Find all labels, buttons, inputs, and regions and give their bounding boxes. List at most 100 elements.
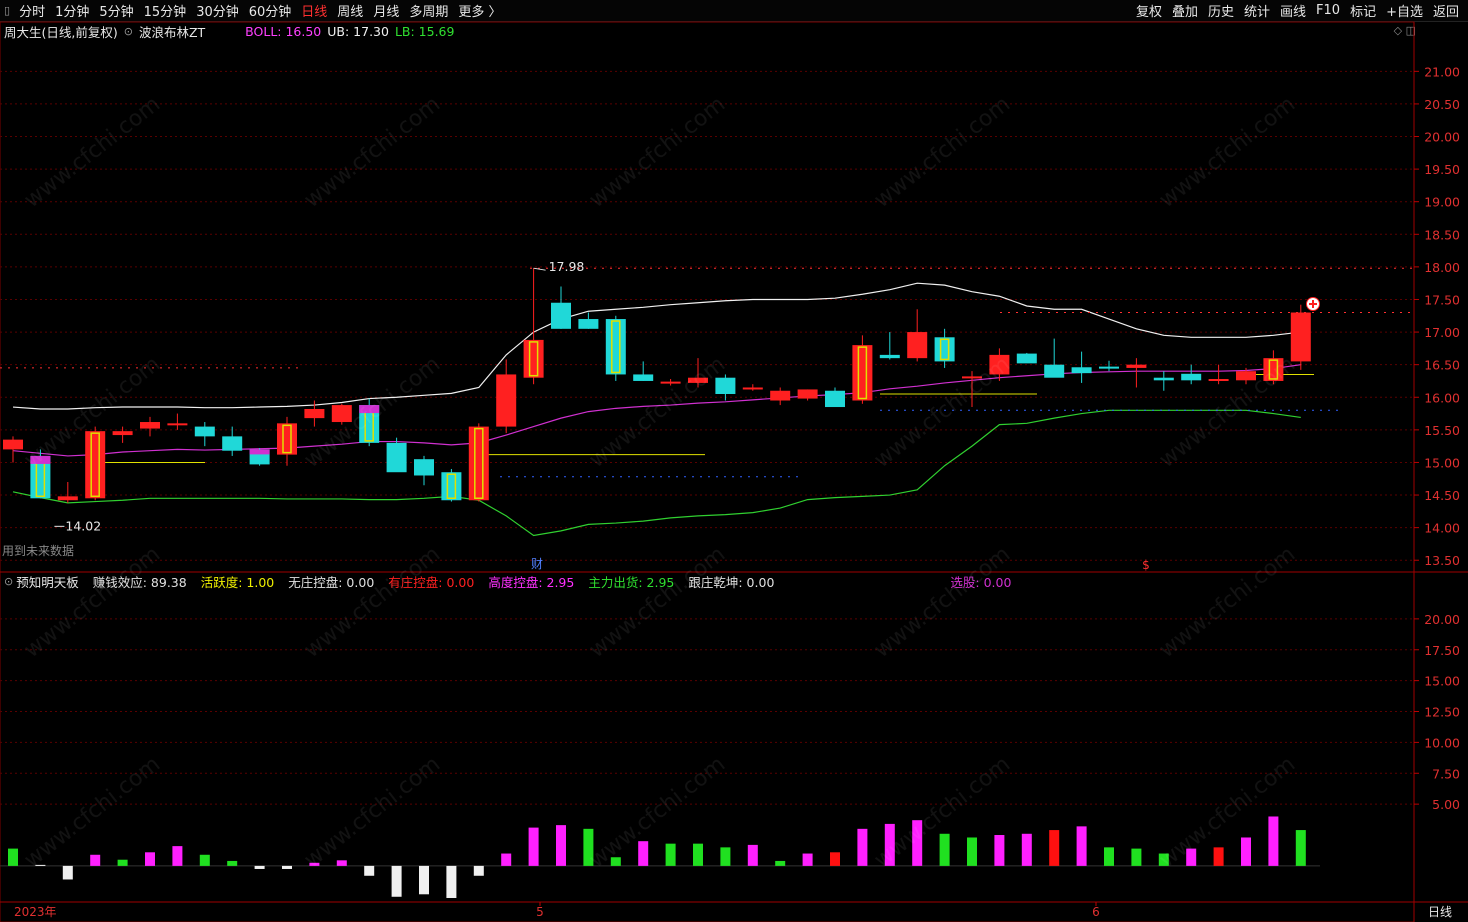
candle (797, 389, 818, 401)
kline-chart[interactable]: 21.00 20.50 20.00 19.50 19.00 18.50 18.00 17.50… (0, 0, 1468, 922)
candle-body (222, 436, 243, 451)
candle-body (742, 387, 763, 390)
candle-body (441, 472, 462, 501)
indicator-bar (610, 857, 621, 866)
candle (962, 371, 982, 408)
candle (167, 413, 188, 430)
indicator-bar (282, 865, 292, 869)
indicator-bar (35, 864, 46, 866)
candle (1181, 364, 1202, 385)
candle-body (770, 390, 791, 401)
x-label-start: 2023年 (14, 905, 57, 919)
low-price-label: 14.02 (65, 518, 101, 533)
candle (140, 416, 160, 437)
indicator-bar (665, 843, 676, 866)
y-tick-label: 16.50 (1424, 358, 1460, 373)
indicator-bar (501, 853, 512, 866)
candle-body (386, 442, 407, 473)
indicator-bar (830, 852, 840, 866)
candle-body (1208, 379, 1229, 382)
indicator-bar (254, 865, 265, 869)
indicator-bar (994, 835, 1005, 866)
y-tick-label: 14.00 (1424, 521, 1460, 536)
candle (85, 426, 106, 501)
sub-y-tick-label: 5.00 (1432, 797, 1460, 812)
indicator-bar (1158, 853, 1169, 866)
candle-body (989, 354, 1010, 375)
candle-body (140, 422, 160, 429)
candle (605, 315, 626, 381)
candle (386, 437, 407, 473)
indicator-bar (117, 859, 128, 866)
indicator-bar (199, 854, 210, 866)
indicator-bar (775, 860, 786, 866)
x-label-june: 6 (1092, 905, 1100, 919)
indicator-bar (1104, 847, 1114, 866)
candle-body (304, 408, 325, 419)
candle (441, 468, 462, 502)
candle (989, 348, 1010, 381)
candle-body (1016, 353, 1037, 364)
candle-body (1181, 373, 1202, 381)
candle (57, 482, 78, 503)
candle (1208, 364, 1229, 385)
candle-body (3, 439, 23, 450)
indicator-bar (528, 827, 539, 866)
indicator-bar (967, 837, 977, 866)
candle-body (331, 405, 352, 423)
y-tick-label: 17.00 (1424, 325, 1460, 340)
indicator-bar (1131, 848, 1142, 866)
y-tick-label: 16.00 (1424, 390, 1460, 405)
candle (3, 436, 23, 463)
indicator-bar (62, 865, 73, 880)
indicator-bar (1186, 848, 1197, 866)
candle (660, 379, 681, 386)
y-tick-label: 14.50 (1424, 488, 1460, 503)
candle (1016, 352, 1037, 364)
candle-body (414, 459, 434, 476)
candle (934, 328, 955, 368)
indicator-bar (1241, 837, 1251, 866)
indicator-bar (1295, 830, 1306, 866)
indicator-bar (145, 852, 155, 866)
y-tick-label: 15.50 (1424, 423, 1460, 438)
sub-y-tick-label: 7.50 (1432, 766, 1460, 781)
candle-body (1099, 366, 1119, 369)
candle-body (633, 374, 654, 381)
candle (112, 426, 133, 443)
candle (249, 448, 270, 466)
indicator-bar (90, 854, 101, 866)
candle (359, 398, 380, 447)
indicator-bar (747, 844, 758, 866)
indicator-bar (720, 847, 731, 866)
candle (30, 449, 51, 499)
candle (1290, 304, 1311, 370)
sub-y-tick-label: 12.50 (1424, 705, 1460, 720)
candle (879, 332, 900, 360)
candle-body (194, 426, 215, 437)
candle-body (496, 374, 517, 427)
y-tick-label: 19.00 (1424, 195, 1460, 210)
y-tick-label: 19.50 (1424, 162, 1460, 177)
indicator-bar (227, 860, 238, 866)
candle (1126, 358, 1147, 388)
candle-body (797, 389, 818, 399)
candle-body (112, 431, 133, 436)
candle-top-band (249, 449, 270, 455)
candle (551, 286, 571, 329)
indicator-bar (1021, 833, 1032, 866)
candle (194, 422, 215, 447)
candle-body (825, 390, 845, 408)
candle-body (1126, 364, 1147, 368)
period-label: 日线 (1428, 905, 1452, 919)
indicator-bar (912, 820, 923, 866)
y-tick-label: 21.00 (1424, 64, 1460, 79)
candle-body (57, 496, 78, 501)
sub-y-tick-label: 10.00 (1424, 735, 1460, 750)
indicator-bar (693, 843, 703, 866)
candle-body (1236, 371, 1256, 381)
candle (825, 387, 845, 408)
future-data-note: 用到未来数据 (2, 543, 74, 558)
candle (770, 387, 791, 406)
indicator-bar (172, 846, 183, 866)
